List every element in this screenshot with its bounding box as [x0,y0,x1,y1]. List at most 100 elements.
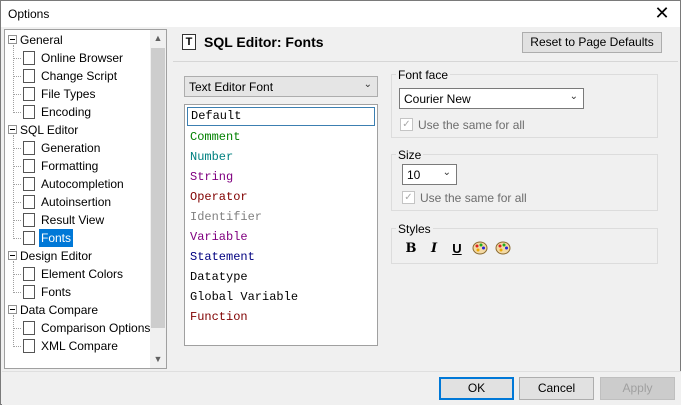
sql-script-icon [21,68,37,84]
font-list-item[interactable]: Variable [189,227,249,247]
tree-item[interactable]: Result View [5,211,151,229]
tree-item[interactable]: Design Editor [5,247,151,265]
tree-connector [13,94,21,95]
underline-button[interactable]: U [447,240,467,258]
size-same-checkbox[interactable]: ✓ [402,191,415,204]
font-page-icon: T [182,34,196,50]
collapse-icon[interactable] [8,35,17,44]
font-list-item[interactable]: Operator [189,187,249,207]
tree-item[interactable]: Change Script [5,67,151,85]
font-list-item[interactable]: Comment [189,127,241,147]
tree-item-label: SQL Editor [20,123,79,137]
scroll-up-icon[interactable]: ▲ [150,30,166,47]
font-list-item[interactable]: Statement [189,247,256,267]
tree-item[interactable]: Fonts [5,283,151,301]
font-face-same-label: Use the same for all [418,118,525,132]
ok-button[interactable]: OK [439,377,514,400]
options-dialog: Options ✕ General Online Browser Change Sc… [0,0,681,405]
chevron-down-icon: ⌄ [569,91,578,102]
apply-button[interactable]: Apply [600,377,675,400]
tree-item-label: XML Compare [41,339,118,353]
bold-button[interactable]: B [401,240,421,258]
tree-item[interactable]: Autocompletion [5,175,151,193]
tree-item-label: Comparison Options [41,321,151,335]
tree-item-label: Element Colors [41,267,124,281]
palette-icon [495,241,511,255]
tree-connector [13,202,21,203]
tree-guide [13,135,14,239]
tree-item[interactable]: Encoding [5,103,151,121]
tree-item[interactable]: Formatting [5,157,151,175]
options-tree[interactable]: General Online Browser Change Script File T… [4,29,167,369]
font-face-group-label: Font face [396,68,451,82]
page-title: SQL Editor: Fonts [204,34,324,50]
tree-item[interactable]: Fonts [5,229,151,247]
font-list-item[interactable]: Identifier [189,207,263,227]
tree-scrollbar[interactable]: ▲ ▼ [150,30,166,368]
font-list-item[interactable]: Function [189,307,249,327]
browser-icon [21,50,37,66]
tree-connector [13,76,21,77]
tree-item[interactable]: General [5,31,151,49]
tree-item[interactable]: SQL Editor [5,121,151,139]
font-list-item[interactable]: Number [189,147,234,167]
font-element-list[interactable]: Default Comment Number String Operator Identi… [184,104,378,346]
autocompletion-icon [21,176,37,192]
size-group-label: Size [396,148,424,162]
window-title: Options [8,7,50,21]
tree-items: General Online Browser Change Script File T… [5,30,151,368]
font-face-select[interactable]: Courier New ⌄ [399,88,584,109]
header-divider [173,61,678,62]
font-face-same-checkbox[interactable]: ✓ [400,118,413,131]
tree-item-label: Fonts [41,285,72,299]
tree-item[interactable]: Element Colors [5,265,151,283]
tree-item[interactable]: XML Compare [5,337,151,355]
tree-item[interactable]: File Types [5,85,151,103]
palette-icon [21,266,37,282]
tree-item[interactable]: Data Compare [5,301,151,319]
tree-item[interactable]: Online Browser [5,49,151,67]
tree-item[interactable]: Generation [5,139,151,157]
tree-connector [13,238,21,239]
text-color-button[interactable] [470,240,490,258]
scroll-down-icon[interactable]: ▼ [150,351,166,368]
font-size-select[interactable]: 10 ⌄ [402,164,457,185]
tree-item-label: Change Script [41,69,118,83]
tree-connector [13,292,21,293]
tree-connector [13,166,21,167]
tree-item-label: Encoding [41,105,92,119]
collapse-icon[interactable] [8,305,17,314]
font-list-item[interactable]: Default [187,107,375,126]
tree-connector [13,220,21,221]
font-list-item[interactable]: Datatype [189,267,249,287]
scroll-thumb[interactable] [151,48,165,328]
tree-item-label: Data Compare [20,303,99,317]
tree-item-label: Autocompletion [41,177,124,191]
collapse-icon[interactable] [8,251,17,260]
font-size-value: 10 [407,168,421,182]
background-color-button[interactable] [493,240,513,258]
tree-connector [13,184,21,185]
tree-guide [13,45,14,113]
chevron-down-icon: ⌄ [442,167,451,178]
tree-connector [13,274,21,275]
tree-item[interactable]: Comparison Options [5,319,151,337]
italic-button[interactable]: I [424,240,444,258]
generation-icon [21,140,37,156]
reset-to-defaults-button[interactable]: Reset to Page Defaults [522,32,662,53]
tree-item[interactable]: Autoinsertion [5,193,151,211]
title-bar: Options ✕ [1,1,680,27]
collapse-icon[interactable] [8,125,17,134]
xml-compare-icon [21,338,37,354]
font-icon [21,284,37,300]
autoinsertion-icon [21,194,37,210]
font-list-item[interactable]: Global Variable [189,287,299,307]
font-category-select[interactable]: Text Editor Font ⌄ [184,76,378,97]
font-icon [21,230,37,246]
styles-group-label: Styles [396,222,433,236]
tree-connector [13,346,21,347]
cancel-button[interactable]: Cancel [519,377,594,400]
palette-icon [472,241,488,255]
font-list-item[interactable]: String [189,167,234,187]
close-icon[interactable]: ✕ [652,3,672,23]
